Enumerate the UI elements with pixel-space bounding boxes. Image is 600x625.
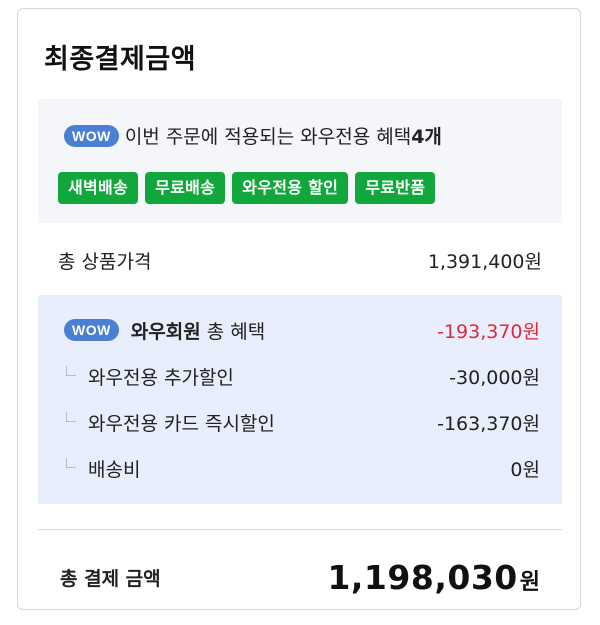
wow-member-label: 와우회원 <box>130 320 201 343</box>
tag-free-return: 무료반품 <box>355 172 436 204</box>
wow-benefit-tags: 새벽배송 무료배송 와우전용 할인 무료반품 <box>58 172 436 204</box>
final-total-unit: 원 <box>519 569 540 595</box>
product-total-label: 총 상품가격 <box>58 250 152 273</box>
wow-badge: WOW <box>64 124 119 147</box>
divider <box>38 529 562 530</box>
wow-benefits-count: 4개 <box>411 126 442 148</box>
benefit-item-row: 배송비 0원 <box>38 453 562 483</box>
final-total-value: 1,198,030 원 <box>327 558 562 597</box>
corner-arrow-icon <box>66 412 76 422</box>
wow-benefits-summary: WOW 이번 주문에 적용되는 와우전용 혜택 4개 <box>64 122 442 149</box>
benefit-item-row: 와우전용 카드 즉시할인 -163,370원 <box>38 407 562 437</box>
final-total-amount: 1,198,030 <box>327 557 518 597</box>
benefit-item-row: 와우전용 추가할인 -30,000원 <box>38 361 562 391</box>
benefit-item-label: 배송비 <box>88 458 141 481</box>
tag-dawn-delivery: 새벽배송 <box>58 172 139 204</box>
final-payment-card: 최종결제금액 WOW 이번 주문에 적용되는 와우전용 혜택 4개 새벽배송 무… <box>17 8 581 610</box>
benefit-item-label: 와우전용 추가할인 <box>88 366 234 389</box>
product-total-value: 1,391,400원 <box>427 250 542 273</box>
benefit-item-value: 0원 <box>510 458 540 481</box>
final-total-row: 총 결제 금액 1,198,030 원 <box>38 549 562 605</box>
wow-badge: WOW <box>64 319 119 341</box>
total-benefit-label: 총 혜택 <box>206 320 266 343</box>
benefit-item-value: -163,370원 <box>437 412 540 435</box>
final-total-label: 총 결제 금액 <box>60 567 161 590</box>
total-benefit-value: -193,370원 <box>437 320 540 343</box>
page-title: 최종결제금액 <box>44 44 197 75</box>
wow-total-benefit-row: WOW 와우회원 총 혜택 -193,370원 <box>38 315 562 345</box>
wow-member-benefits-box: WOW 와우회원 총 혜택 -193,370원 와우전용 추가할인 -30,00… <box>38 295 562 504</box>
product-total-row: 총 상품가격 1,391,400원 <box>38 245 562 275</box>
wow-benefits-box: WOW 이번 주문에 적용되는 와우전용 혜택 4개 새벽배송 무료배송 와우전… <box>38 99 562 223</box>
tag-wow-discount: 와우전용 할인 <box>232 172 349 204</box>
benefit-item-value: -30,000원 <box>449 366 540 389</box>
benefit-item-label: 와우전용 카드 즉시할인 <box>88 412 275 435</box>
corner-arrow-icon <box>66 366 76 376</box>
wow-benefits-text: 이번 주문에 적용되는 와우전용 혜택 <box>124 126 412 148</box>
tag-free-delivery: 무료배송 <box>145 172 226 204</box>
corner-arrow-icon <box>66 458 76 468</box>
